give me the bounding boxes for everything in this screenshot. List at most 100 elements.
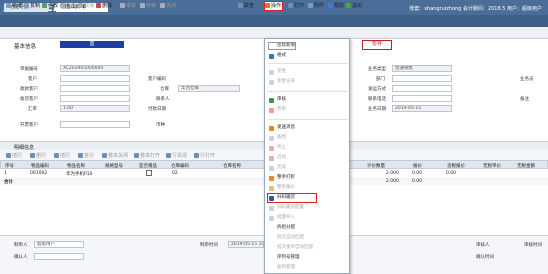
unaudit-button[interactable]: 弃审 [140,2,156,10]
detail-delete-row[interactable]: 删行 [30,152,46,160]
menu-item-format[interactable]: 格式 [269,53,286,59]
confirm-field [34,253,84,260]
receive-customer-label: 收货客户 [20,97,38,102]
cell-price[interactable]: 0.00 [412,171,422,176]
basic-info-section: 基本信息 [14,44,37,50]
contact-label: 联系人 [156,97,170,102]
auditor-label: 审核人 [476,243,490,248]
detail-insert-row[interactable]: 插行 [6,152,22,160]
confirm-label: 确认人 [14,255,28,260]
detail-open-all[interactable]: 整单打开 [134,152,160,160]
cell-total-price: 0.00 [412,179,423,184]
rate-field[interactable]: 1.00 [60,105,130,112]
rate-label: 汇率 [28,107,37,112]
detail-close-all[interactable]: 整单关闭 [102,152,128,160]
menu-item-batch-auto-match[interactable]: 批次自动匹配 [269,235,304,241]
remark-label: 备注 [520,97,529,102]
contact-phone-field[interactable] [392,95,452,102]
status-stamp: 暂存 [362,40,392,50]
make-time-field: 2019-05-15 10:28:36 [228,241,264,248]
menu-item-scan-config[interactable]: 扫码输货配置 [269,205,304,211]
menu-separator [268,63,348,64]
operate-button[interactable]: 操作 [264,1,284,11]
ship-mode-field[interactable] [392,85,452,92]
menu-separator [268,91,348,92]
menu-item-copy-mgmt[interactable]: 复制管理 [269,265,295,271]
menu-item-change[interactable]: 变更 [269,69,286,75]
menu-separator [268,119,348,120]
maker-label: 制单人 [14,243,28,248]
cancel-button[interactable]: 取消 [78,2,94,10]
print-button[interactable]: 打印 [288,2,304,10]
menu-item-archive[interactable]: 备档 [269,135,286,141]
dept-label: 部门 [376,77,385,82]
menu-item-start[interactable]: 启动 [269,155,286,161]
cell-qty[interactable]: 2.000 [386,171,399,176]
delete-button[interactable]: 删除 [96,2,112,10]
cust-code-label: 客户编码 [148,77,166,82]
doc-no-label: 单据编号 [20,67,38,72]
new-button[interactable]: 新增 [6,2,22,10]
gift-checkbox[interactable] [146,170,152,176]
exit-button[interactable]: 退出 [346,2,362,10]
settle-customer-label: 收款客户 [20,87,38,92]
detail-row-close[interactable]: 行关闭 [166,152,187,160]
confirm-time-label: 确认时间 [476,255,494,260]
copy-button[interactable]: 复制 [24,2,40,10]
query-button[interactable]: 联查 [238,2,254,10]
invoice-customer-label: 开票客户 [20,123,38,128]
pay-date-label: 付款日期 [148,107,166,112]
dept-field[interactable] [392,75,452,82]
doc-no-field[interactable]: XC201905000000 [60,65,130,72]
cell-no: 1 [4,171,7,176]
menu-item-batch-import[interactable]: 批量导入 [269,215,295,221]
currency-label: 币种 [156,123,165,128]
status-blue-badge: 蓝 [60,41,124,48]
receive-customer-field[interactable] [60,95,130,102]
ship-mode-label: 发运方式 [368,87,386,92]
audit-button[interactable]: 审核 [120,2,136,10]
audit-time-label: 审核时间 [524,243,542,248]
menu-item-terminate[interactable]: 终止 [269,145,286,151]
help-button[interactable]: 帮助 [328,2,344,10]
menu-item-change-log[interactable]: 变更记录 [269,79,295,85]
operate-dropdown-menu: 连续新增 格式 变更 变更记录 审核 弃审 发送消息 备档 终止 启动 完成 整… [264,38,350,274]
make-time-label: 制单时间 [200,243,218,248]
cell-warehouse-code[interactable]: 02 [172,171,178,176]
menu-item-serial-mgmt[interactable]: 序列号管理 [269,255,300,261]
contact-phone-label: 联系电话 [368,97,386,102]
settle-customer-field[interactable] [60,85,130,92]
user-info: 账套：shangruizhong 会计期间：2018.5 用户：超级用户 [409,6,542,12]
biz-type-label: 业务类型 [368,67,386,72]
menu-item-audit[interactable]: 审核 [269,97,286,103]
detail-copy-row[interactable]: 复行 [78,152,94,160]
menu-item-unaudit[interactable]: 弃审 [269,107,286,113]
menu-item-complete[interactable]: 完成 [269,165,286,171]
warehouse-label: 仓库 [160,87,169,92]
menu-item-quote[interactable]: 整单报价 [269,185,295,191]
salesman-label: 业务员 [520,77,534,82]
maker-field: 超级用户 [34,241,84,248]
attachment-button[interactable]: 附件 [308,2,324,10]
menu-item-discount[interactable]: 整单打折 [269,175,295,181]
invoice-customer-field[interactable] [60,121,130,128]
menu-item-scan-goods[interactable]: 扫码输货 [269,195,295,201]
menu-item-send-message[interactable]: 发送消息 [269,125,295,131]
tab-bar [0,15,548,27]
menu-item-split-assign[interactable]: 拆组分配 [269,225,295,231]
detail-insert-row2[interactable]: 插行 [54,152,70,160]
cell-tax-price[interactable]: 0.00 [446,171,456,176]
menu-item-continuous-new[interactable]: 连续新增 [268,42,296,50]
biz-date-label: 业务日期 [368,107,386,112]
menu-item-batch-rematch[interactable]: 批次重单自动匹配 [269,245,313,251]
close-button[interactable]: 关闭 [160,2,176,10]
detail-row-open[interactable]: 行打开 [194,152,215,160]
customer-label: 客户 [28,77,37,82]
cell-code[interactable]: 001002 [30,171,47,176]
edit-button[interactable]: 修改 [42,2,58,10]
save-button[interactable]: 保存 [60,2,76,10]
biz-date-field[interactable]: 2019-05-15 [392,105,452,112]
warehouse-field[interactable]: 华为仓库 [178,85,240,92]
biz-type-field[interactable]: 普通销售 [392,65,452,72]
customer-field[interactable] [60,75,130,82]
